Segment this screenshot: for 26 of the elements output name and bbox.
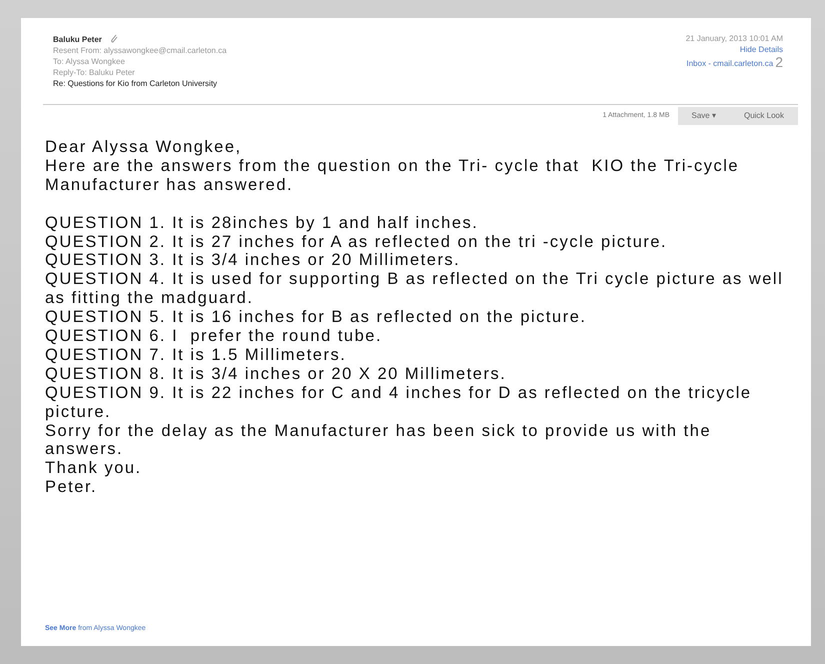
body-line: QUESTION 7. It is 1.5 Millimeters. xyxy=(45,346,348,365)
paperclip-icon xyxy=(110,34,118,44)
attachment-button[interactable]: Quick Look xyxy=(730,106,798,124)
mailbox-link[interactable]: Inbox - cmail.carleton.ca xyxy=(686,59,774,68)
resent-from: Resent From: alyssawongkee@cmail.carleton.ca xyxy=(53,46,227,55)
body-line: QUESTION 9. It is 22 inches for C and 4 inches for D as reflected on the tricycle picture. xyxy=(45,384,753,422)
body-line: Sorry for the delay as the Manufacturer has been sick to provide us with the answers. xyxy=(45,422,712,460)
attachment-button[interactable]: Save ▾ xyxy=(678,106,730,124)
body-line: QUESTION 5. It is 16 inches for B as reflected on the picture. xyxy=(45,308,588,328)
mailbox-mark: 2 xyxy=(775,56,783,68)
to-line: To: Alyssa Wongkee xyxy=(53,57,126,66)
body-line: QUESTION 3. It is 3/4 inches or 20 Millimeters. xyxy=(45,251,462,270)
body-line: QUESTION 6. I prefer the round tube. xyxy=(45,327,384,346)
body-line: QUESTION 4. It is used for supporting B as reflected on the Tri cycle picture as well as fitting the madguard. xyxy=(45,270,784,308)
body-line: QUESTION 1. It is 28inches by 1 and half inches. xyxy=(45,214,480,233)
body-line: Here are the answers from the question on the Tri- cycle that KIO the Tri-cycle Manufacturer has answered. xyxy=(45,156,740,195)
sender-name: Baluku Peter xyxy=(53,34,102,44)
body-line: Peter. xyxy=(45,478,98,498)
body-line: QUESTION 2. It is 27 inches for A as reflected on the tri -cycle picture. xyxy=(45,232,668,252)
reply-to: Reply-To: Baluku Peter xyxy=(53,68,136,77)
body-line: QUESTION 8. It is 3/4 inches or 20 X 20 Millimeters. xyxy=(45,364,508,384)
body-line: Dear Alyssa Wongkee, xyxy=(45,138,243,157)
body-line: Thank you. xyxy=(45,459,143,478)
subject: Re: Questions for Kio from Carleton University xyxy=(53,79,218,88)
hide-details-link[interactable]: Hide Details xyxy=(740,45,783,54)
date: 21 January, 2013 10:01 AM xyxy=(686,34,783,43)
